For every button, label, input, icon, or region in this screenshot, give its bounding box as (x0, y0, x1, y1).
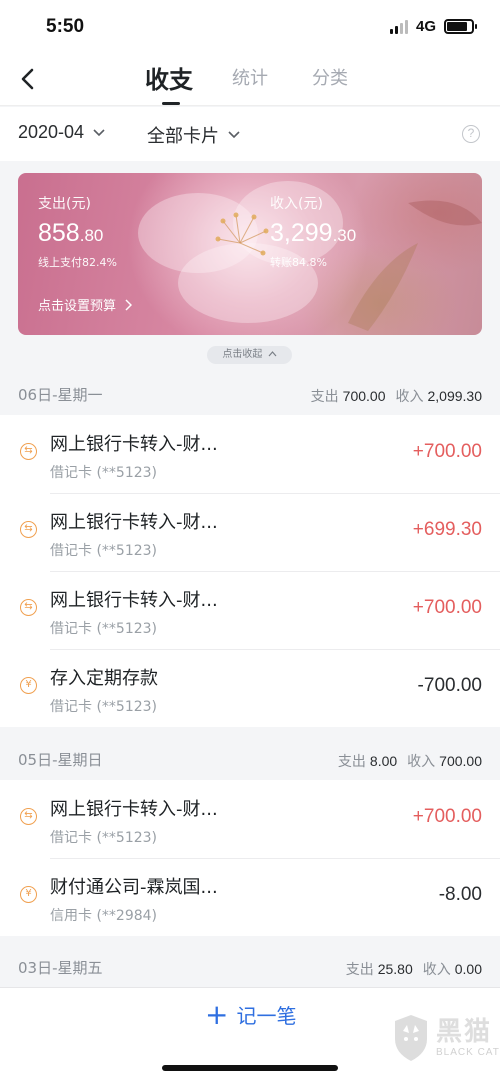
transaction-row[interactable]: ¥ 财付通公司-霖岚国... 信用卡 (**2984) -8.00 (0, 858, 500, 936)
transaction-row[interactable]: ⇆ 网上银行卡转入-财... 借记卡 (**5123) +700.00 (0, 780, 500, 858)
day-title: 05日-星期日 (18, 751, 103, 769)
tab-category[interactable]: 分类 (312, 64, 348, 90)
day-title: 03日-星期五 (18, 959, 103, 977)
battery-icon (444, 19, 477, 34)
transaction-amount: +700.00 (412, 806, 482, 827)
chevron-right-icon (125, 298, 133, 311)
card-label: 全部卡片 (147, 126, 219, 147)
transaction-account: 借记卡 (**5123) (50, 543, 158, 559)
transfer-icon: ⇆ (20, 808, 37, 825)
yuan-icon: ¥ (20, 886, 37, 903)
active-tab-indicator (162, 102, 180, 105)
home-indicator (162, 1065, 338, 1071)
transaction-amount: +699.30 (412, 519, 482, 540)
day-title: 06日-星期一 (18, 386, 103, 404)
network-label: 4G (415, 18, 436, 35)
transaction-amount: -700.00 (417, 675, 482, 696)
expense-summary: 支出(元) 858.80 线上支付82.4% (38, 193, 117, 270)
transaction-title: 网上银行卡转入-财... (50, 512, 218, 533)
transaction-account: 借记卡 (**5123) (50, 621, 158, 637)
nav-bar: 收支 统计 分类 (0, 54, 500, 106)
tab-statistics[interactable]: 统计 (232, 64, 268, 90)
watermark-text: 黑猫 (436, 1017, 493, 1047)
day-summary: 支出 8.00 收入 700.00 (337, 753, 482, 769)
day-summary: 支出 700.00 收入 2,099.30 (310, 388, 482, 404)
chevron-up-icon (268, 351, 277, 357)
day-header: 03日-星期五 支出 25.80 收入 0.00 (0, 948, 500, 988)
collapse-button[interactable]: 点击收起 (207, 346, 292, 364)
top-tabs: 收支 统计 分类 (0, 54, 500, 106)
status-time: 5:50 (46, 16, 85, 37)
expense-amount: 858.80 (38, 219, 104, 247)
transaction-row[interactable]: ⇆ 网上银行卡转入-财... 借记卡 (**5123) +700.00 (0, 571, 500, 649)
transfer-icon: ⇆ (20, 599, 37, 616)
income-label: 收入(元) (270, 196, 323, 212)
transaction-account: 借记卡 (**5123) (50, 465, 158, 481)
status-icons: 4G (389, 18, 477, 35)
transaction-amount: -8.00 (438, 884, 482, 905)
transaction-title: 存入定期存款 (50, 668, 158, 689)
transaction-amount: +700.00 (412, 597, 482, 618)
expense-note: 线上支付82.4% (38, 256, 117, 269)
transaction-list: ⇆ 网上银行卡转入-财... 借记卡 (**5123) +700.00 ¥ 财付… (0, 780, 500, 936)
transaction-row[interactable]: ¥ 存入定期存款 借记卡 (**5123) -700.00 (0, 649, 500, 727)
income-amount: 3,299.30 (270, 219, 357, 247)
transfer-icon: ⇆ (20, 521, 37, 538)
day-header: 05日-星期日 支出 8.00 收入 700.00 (0, 740, 500, 780)
add-record-label: 记一笔 (236, 1004, 297, 1028)
income-summary: 收入(元) 3,299.30 转账84.8% (270, 193, 356, 270)
filter-bar: 2020-04 全部卡片 ? (0, 107, 500, 161)
yuan-icon: ¥ (20, 677, 37, 694)
income-note: 转账84.8% (270, 256, 327, 269)
watermark-subtext: BLACK CAT (436, 1047, 500, 1058)
chevron-down-icon (93, 128, 105, 136)
day-summary: 支出 25.80 收入 0.00 (345, 961, 482, 977)
cat-shield-icon (395, 1015, 427, 1061)
month-label: 2020-04 (18, 122, 85, 142)
summary-banner: 支出(元) 858.80 线上支付82.4% 收入(元) 3,299.30 转账… (18, 173, 482, 335)
collapse-label: 点击收起 (222, 349, 263, 360)
tab-income-expense[interactable]: 收支 (145, 60, 193, 95)
transaction-row[interactable]: ⇆ 网上银行卡转入-财... 借记卡 (**5123) +700.00 (0, 415, 500, 493)
transaction-title: 财付通公司-霖岚国... (50, 877, 218, 898)
card-selector[interactable]: 全部卡片 (147, 122, 241, 148)
day-header: 06日-星期一 支出 700.00 收入 2,099.30 (0, 375, 500, 415)
transaction-account: 信用卡 (**2984) (50, 908, 158, 924)
help-icon[interactable]: ? (462, 125, 480, 143)
transaction-list: ⇆ 网上银行卡转入-财... 借记卡 (**5123) +700.00 ⇆ 网上… (0, 415, 500, 727)
transaction-title: 网上银行卡转入-财... (50, 799, 218, 820)
transaction-title: 网上银行卡转入-财... (50, 434, 218, 455)
month-selector[interactable]: 2020-04 (18, 122, 106, 143)
chevron-down-icon (228, 131, 240, 139)
expense-label: 支出(元) (38, 196, 91, 212)
transaction-account: 借记卡 (**5123) (50, 830, 158, 846)
set-budget-link[interactable]: 点击设置预算 (38, 295, 133, 314)
transaction-title: 网上银行卡转入-财... (50, 590, 218, 611)
plus-icon: + (205, 997, 229, 1031)
transaction-account: 借记卡 (**5123) (50, 699, 158, 715)
add-record-button[interactable]: + 记一笔 (205, 1000, 296, 1029)
transaction-row[interactable]: ⇆ 网上银行卡转入-财... 借记卡 (**5123) +699.30 (0, 493, 500, 571)
watermark-logo: 黑猫 BLACK CAT (392, 1005, 500, 1082)
transaction-amount: +700.00 (412, 441, 482, 462)
signal-icon (389, 19, 408, 34)
set-budget-label: 点击设置预算 (38, 299, 117, 314)
transfer-icon: ⇆ (20, 443, 37, 460)
status-bar: 5:50 4G (0, 0, 500, 54)
